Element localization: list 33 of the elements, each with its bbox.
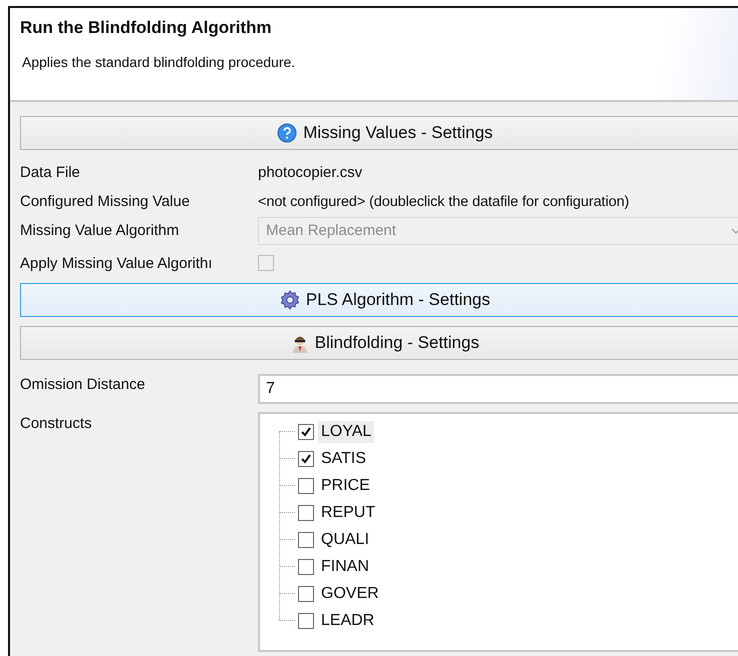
checkbox[interactable] bbox=[298, 532, 314, 548]
chevron-icon bbox=[731, 228, 738, 234]
tree-item[interactable]: REPUT bbox=[318, 502, 378, 524]
missing-value-text: <not configured> (doubleclick the datafile for configuration) bbox=[258, 194, 630, 210]
checkbox[interactable] bbox=[298, 558, 314, 574]
section-button[interactable]: PLS Algorithm - Settings bbox=[20, 283, 738, 317]
checkbox[interactable] bbox=[298, 478, 314, 494]
help-icon bbox=[277, 123, 298, 143]
checkbox[interactable] bbox=[298, 450, 314, 466]
tree-item[interactable]: GOVER bbox=[318, 582, 382, 604]
checkbox[interactable] bbox=[298, 586, 314, 602]
tree-item[interactable]: LOYAL bbox=[318, 420, 374, 442]
tree-item[interactable]: LEADR bbox=[318, 610, 378, 632]
gear-icon bbox=[280, 290, 300, 310]
data-file-value: photocopier.csv bbox=[258, 164, 362, 181]
omission-distance-field[interactable]: 7 bbox=[258, 374, 738, 404]
tree-item[interactable]: QUALI bbox=[318, 528, 372, 550]
field-label: Constructs bbox=[20, 414, 93, 432]
checkbox[interactable] bbox=[298, 612, 314, 628]
section-button[interactable]: Missing Values - Settings bbox=[20, 116, 738, 150]
tree-item[interactable]: PRICE bbox=[318, 474, 373, 496]
field-label: Data File bbox=[20, 164, 82, 181]
tree-item[interactable]: SATIS bbox=[318, 448, 370, 470]
field-label: Configured Missing Value bbox=[20, 193, 191, 210]
dialog-description: Applies the standard blindfolding procedure. bbox=[21, 54, 296, 70]
checkbox[interactable] bbox=[298, 424, 314, 440]
field-label: Apply Missing Value Algorithı bbox=[20, 254, 214, 272]
checkbox[interactable] bbox=[298, 504, 314, 520]
section-button[interactable]: Blindfolding - Settings bbox=[20, 326, 738, 360]
field-label: Missing Value Algorithm bbox=[20, 222, 180, 239]
dialog-title: Run the Blindfolding Algorithm bbox=[20, 18, 272, 38]
field-label: Omission Distance bbox=[20, 375, 146, 393]
tree-item[interactable]: FINAN bbox=[318, 556, 372, 578]
